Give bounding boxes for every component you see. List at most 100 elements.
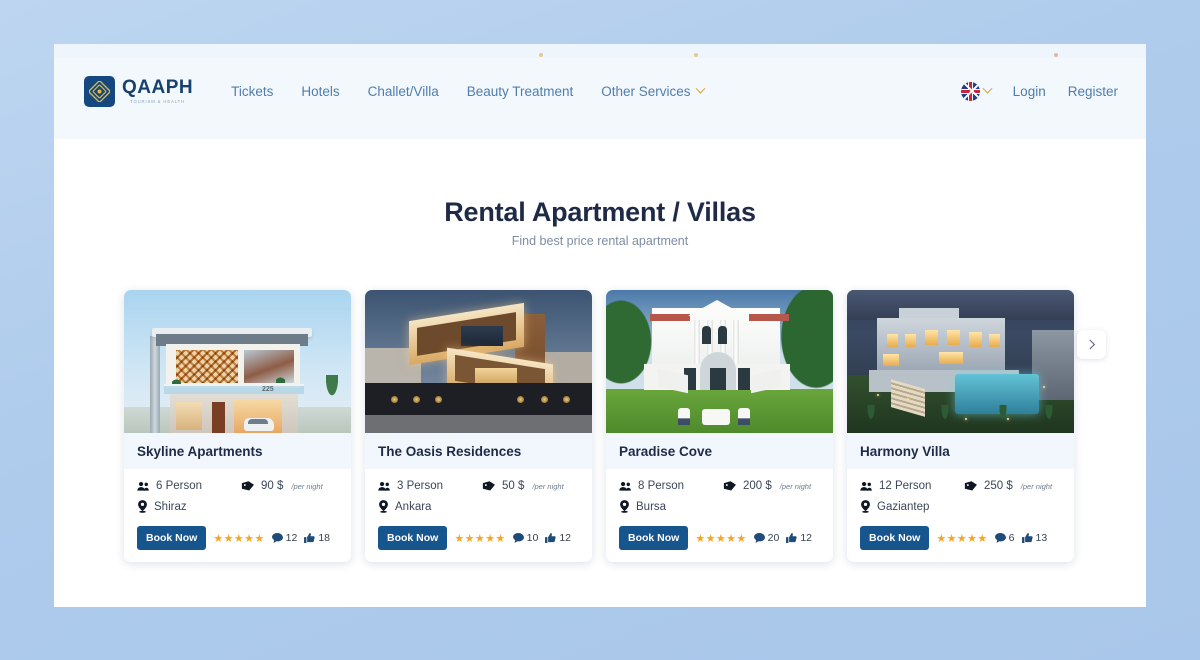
like-count-group: 13 [1021, 532, 1047, 544]
top-strip-dot [1054, 53, 1058, 57]
comment-icon [512, 533, 524, 543]
property-title: Paradise Cove [606, 433, 833, 469]
comment-count-group: 10 [512, 532, 538, 544]
thumbs-up-icon [304, 533, 315, 543]
capacity-group: 6 Person [137, 480, 241, 492]
rating-stars: ★★★★★ [936, 532, 988, 545]
nav-item-hotels[interactable]: Hotels [301, 84, 339, 99]
comment-count: 6 [1008, 532, 1015, 544]
book-now-button[interactable]: Book Now [378, 526, 448, 550]
property-card-list: 225 Skyline Apartments 6 Person 90 $ /pe… [54, 290, 1146, 562]
login-link[interactable]: Login [1013, 84, 1046, 99]
capacity-label: 6 Person [156, 480, 203, 492]
price-tag-icon [241, 480, 255, 492]
night-aerial-pool-villa-illustration [847, 290, 1074, 433]
price-label: 50 $ [502, 480, 525, 492]
people-icon [619, 481, 632, 492]
uk-flag-icon [960, 82, 980, 101]
nav-item-other-services[interactable]: Other Services [601, 83, 705, 99]
thumbs-up-icon [786, 533, 797, 543]
capacity-group: 3 Person [378, 480, 482, 492]
capacity-price-row: 3 Person 50 $ /per night [378, 480, 579, 492]
price-tag-icon [482, 480, 496, 492]
capacity-label: 8 Person [638, 480, 685, 492]
like-count-group: 18 [304, 532, 330, 544]
location-row: Ankara [378, 500, 579, 513]
price-tag-icon [723, 480, 737, 492]
book-now-button[interactable]: Book Now [860, 526, 930, 550]
nav-item-beauty-treatment[interactable]: Beauty Treatment [467, 84, 574, 99]
book-now-button[interactable]: Book Now [619, 526, 689, 550]
property-image: 225 [124, 290, 351, 433]
price-label: 250 $ [984, 480, 1013, 492]
property-image [365, 290, 592, 433]
header-right-cluster: Login Register [960, 82, 1118, 101]
people-icon [137, 481, 150, 492]
comment-icon [994, 533, 1006, 543]
property-details: 8 Person 200 $ /per night Bursa Book Now… [606, 469, 833, 562]
nav-item-challet-villa[interactable]: Challet/Villa [368, 84, 439, 99]
main-nav: Tickets Hotels Challet/Villa Beauty Trea… [231, 83, 705, 99]
per-night-label: /per night [291, 481, 323, 491]
chevron-right-icon [1085, 339, 1096, 350]
price-group: 250 $ /per night [964, 480, 1052, 492]
nav-item-tickets[interactable]: Tickets [231, 84, 273, 99]
like-count-group: 12 [786, 532, 812, 544]
rating-stars: ★★★★★ [213, 532, 265, 545]
like-count: 18 [318, 532, 331, 544]
white-mansion-lawn-illustration [606, 290, 833, 433]
thumbs-up-icon [1021, 533, 1033, 543]
property-details: 12 Person 250 $ /per night Gaziantep Boo… [847, 469, 1074, 562]
per-night-label: /per night [779, 481, 812, 491]
capacity-group: 8 Person [619, 480, 723, 492]
top-announcement-strip: . . . . . . . . . . . . . . . . . . . . … [54, 44, 1146, 58]
location-pin-icon [860, 500, 871, 513]
property-card[interactable]: 225 Skyline Apartments 6 Person 90 $ /pe… [124, 290, 351, 562]
location-row: Shiraz [137, 500, 338, 513]
per-night-label: /per night [532, 481, 564, 491]
comment-count-group: 20 [753, 532, 780, 544]
thumbs-up-icon [545, 533, 556, 543]
location-row: Bursa [619, 500, 820, 513]
chevron-down-icon [695, 83, 705, 94]
comment-count: 20 [767, 532, 780, 544]
nav-item-label: Tickets [231, 84, 274, 99]
chevron-down-icon [982, 83, 993, 94]
property-card[interactable]: Harmony Villa 12 Person 250 $ /per night… [847, 290, 1074, 562]
top-strip-dot [539, 53, 543, 57]
like-count: 12 [559, 532, 572, 544]
capacity-label: 12 Person [879, 480, 932, 492]
language-selector[interactable] [960, 82, 993, 101]
logo-diamond-icon [84, 76, 115, 107]
property-image [847, 290, 1074, 433]
top-strip-dot [694, 53, 698, 57]
card-footer: Book Now ★★★★★ 10 12 [378, 526, 579, 550]
property-title: Harmony Villa [847, 433, 1074, 469]
logo-name: QAAPH [122, 77, 194, 99]
carousel-next-button[interactable] [1077, 330, 1106, 359]
register-link[interactable]: Register [1068, 84, 1118, 99]
rating-stars: ★★★★★ [454, 532, 506, 545]
nav-item-label: Beauty Treatment [466, 84, 574, 99]
people-icon [378, 481, 391, 492]
page-subtitle: Find best price rental apartment [511, 234, 689, 248]
top-strip-ghost-text: . . . . . . . . . . . . . . . . . . . . … [154, 54, 571, 58]
angular-villa-dusk-illustration [365, 290, 592, 433]
location-pin-icon [137, 500, 148, 513]
property-details: 6 Person 90 $ /per night Shiraz Book Now… [124, 469, 351, 562]
logo-text-block: QAAPH TOURISM & HEALTH [122, 78, 193, 104]
like-count-group: 12 [545, 532, 571, 544]
property-card[interactable]: Paradise Cove 8 Person 200 $ /per night … [606, 290, 833, 562]
price-label: 200 $ [743, 480, 772, 492]
card-footer: Book Now ★★★★★ 12 18 [137, 526, 338, 550]
location-label: Shiraz [154, 500, 187, 513]
modern-villa-daylight-illustration: 225 [124, 290, 351, 433]
comment-count-group: 6 [994, 532, 1015, 544]
location-label: Ankara [395, 500, 432, 513]
property-card[interactable]: The Oasis Residences 3 Person 50 $ /per … [365, 290, 592, 562]
price-group: 200 $ /per night [723, 480, 811, 492]
book-now-button[interactable]: Book Now [137, 526, 207, 550]
site-logo[interactable]: QAAPH TOURISM & HEALTH [84, 76, 193, 107]
location-label: Bursa [636, 500, 667, 513]
property-title: Skyline Apartments [124, 433, 351, 469]
